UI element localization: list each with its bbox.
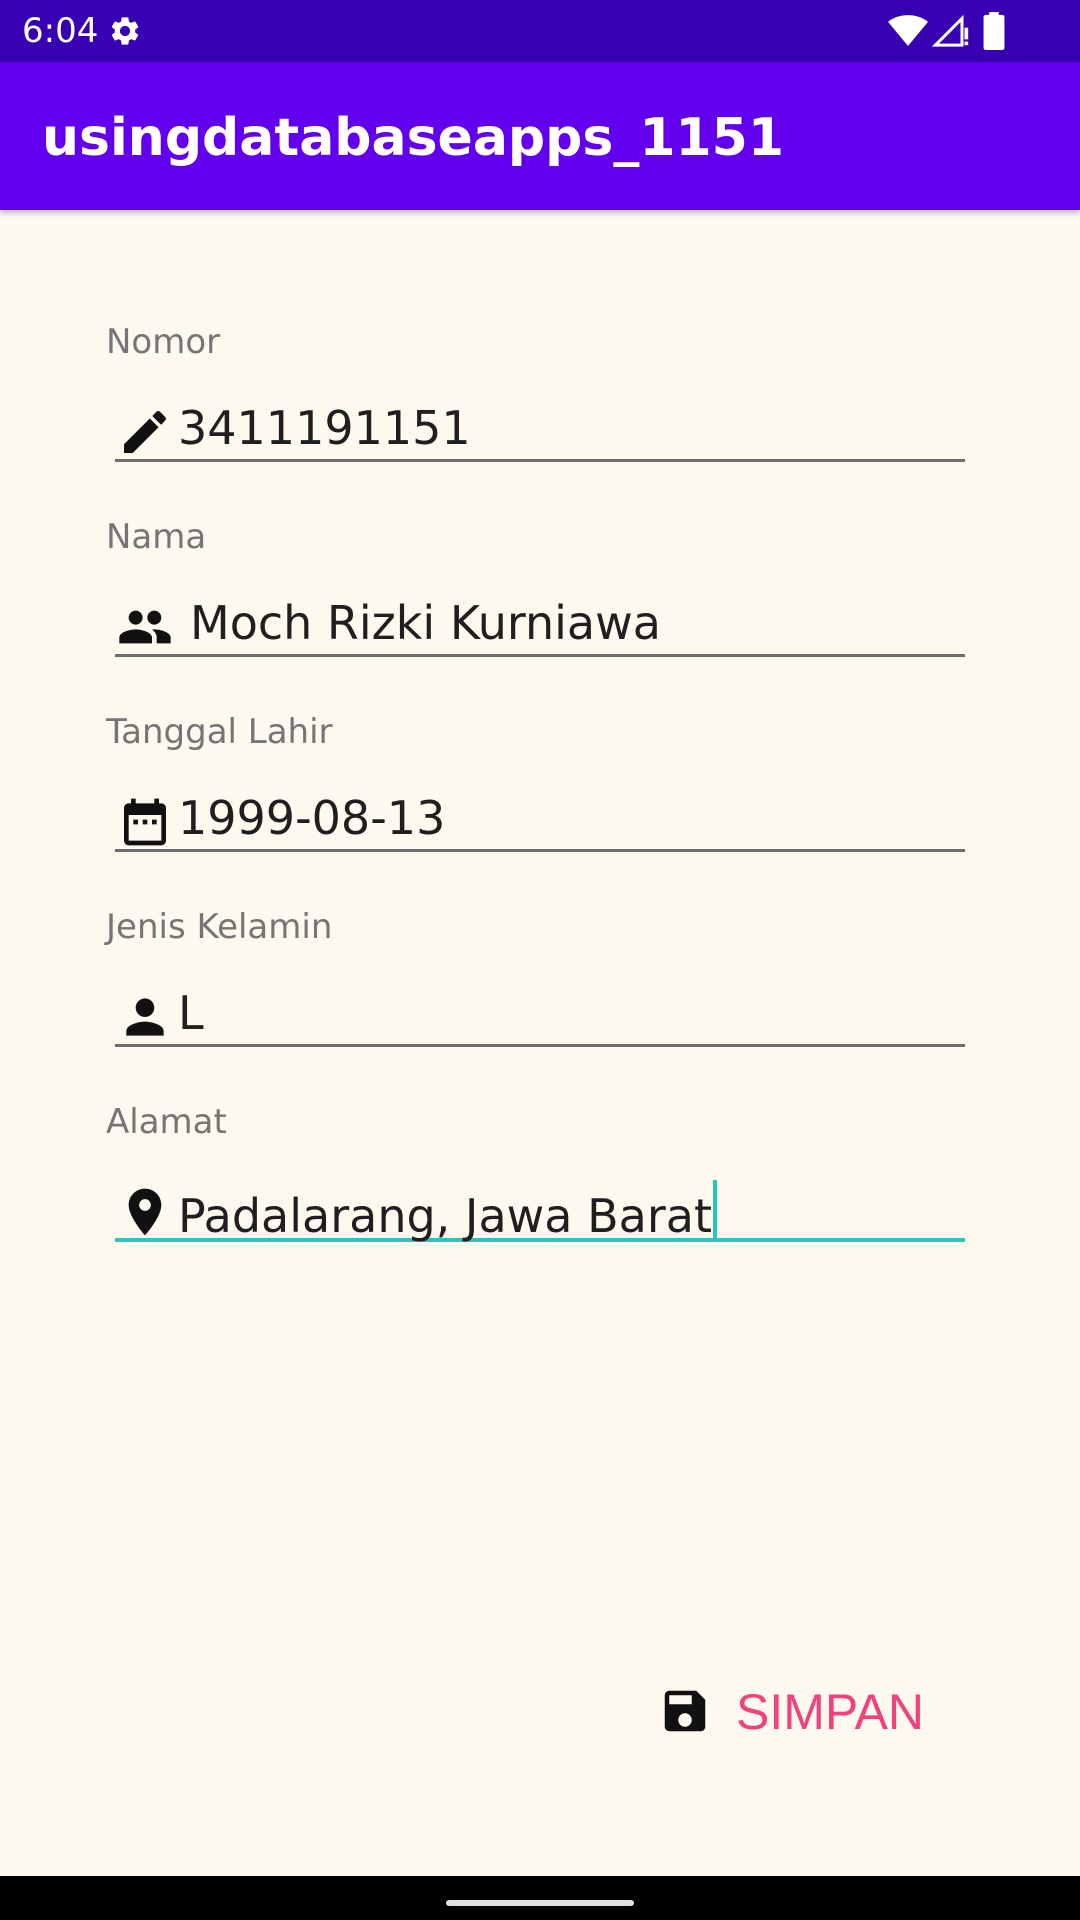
nama-value: Moch Rizki Kurniawa bbox=[190, 596, 661, 650]
jenis-kelamin-field[interactable]: L bbox=[115, 975, 965, 1047]
nama-label: Nama bbox=[106, 517, 207, 557]
edit-icon bbox=[124, 410, 167, 453]
save-icon bbox=[664, 1690, 706, 1732]
jenis-kelamin-label: Jenis Kelamin bbox=[106, 907, 333, 947]
person-icon bbox=[126, 998, 164, 1036]
status-time: 6:04 bbox=[22, 11, 99, 51]
calendar-icon bbox=[124, 798, 166, 846]
save-button[interactable]: SIMPAN bbox=[648, 1660, 948, 1760]
people-icon bbox=[119, 610, 171, 644]
alamat-label: Alamat bbox=[106, 1102, 227, 1142]
alamat-field[interactable]: Padalarang, Jawa Barat bbox=[115, 1170, 965, 1244]
navigation-bar bbox=[0, 1876, 1080, 1920]
tanggal-lahir-field[interactable]: 1999-08-13 bbox=[115, 780, 965, 852]
battery-icon bbox=[983, 12, 1005, 50]
signal-icon bbox=[932, 14, 969, 47]
tanggal-lahir-label: Tanggal Lahir bbox=[106, 712, 333, 752]
status-bar: 6:04 bbox=[0, 0, 1080, 62]
nomor-label: Nomor bbox=[106, 322, 221, 362]
alamat-value: Padalarang, Jawa Barat bbox=[178, 1189, 712, 1243]
jenis-kelamin-value: L bbox=[178, 986, 204, 1040]
nama-field[interactable]: Moch Rizki Kurniawa bbox=[115, 585, 965, 657]
wifi-icon bbox=[888, 15, 928, 46]
alamat-value-wrapper: Padalarang, Jawa Barat bbox=[178, 1180, 717, 1244]
app-title: usingdatabaseapps_1151 bbox=[42, 108, 785, 168]
app-bar: usingdatabaseapps_1151 bbox=[0, 62, 1080, 210]
text-cursor bbox=[713, 1180, 717, 1242]
gear-icon bbox=[111, 17, 139, 45]
save-button-label: SIMPAN bbox=[736, 1684, 924, 1740]
tanggal-lahir-value: 1999-08-13 bbox=[178, 791, 446, 845]
nomor-value: 3411191151 bbox=[178, 401, 471, 455]
location-icon bbox=[128, 1188, 162, 1236]
nomor-field[interactable]: 3411191151 bbox=[115, 390, 965, 462]
home-handle[interactable] bbox=[446, 1900, 634, 1906]
